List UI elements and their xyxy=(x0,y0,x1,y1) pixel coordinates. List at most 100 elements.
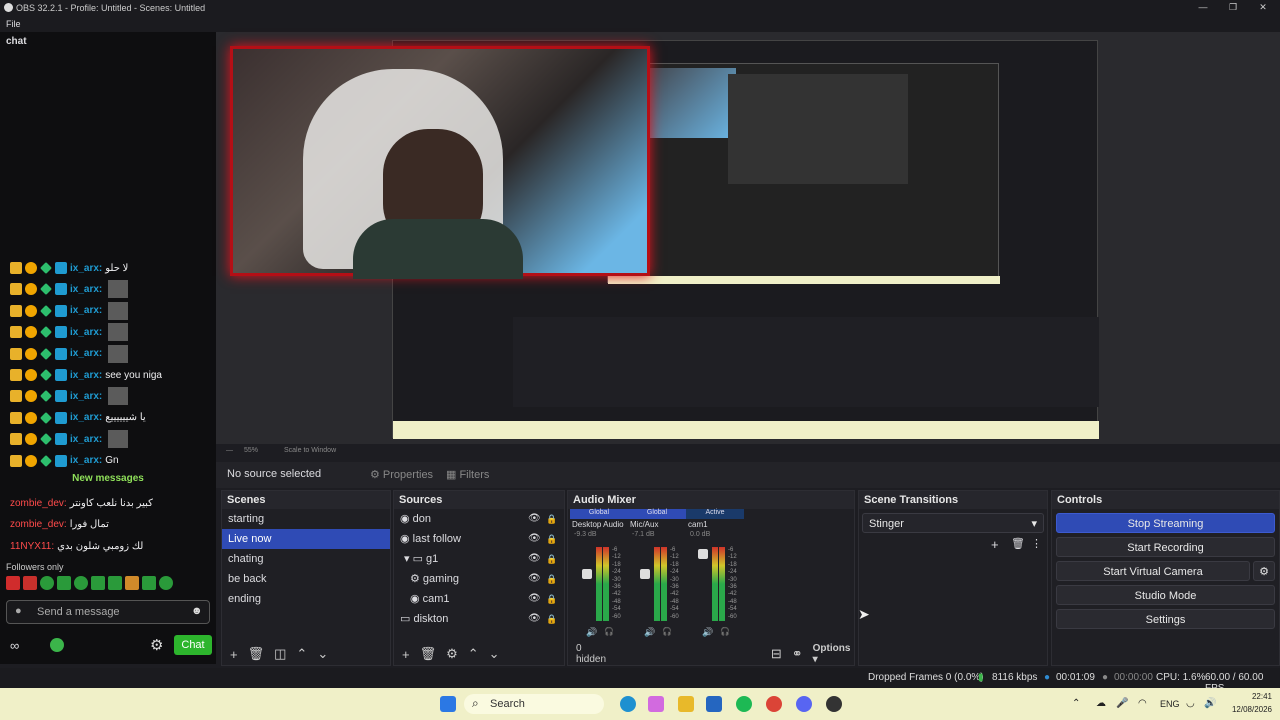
add-icon[interactable]: + xyxy=(402,647,410,662)
mute-icon[interactable]: 🔊 xyxy=(702,627,713,638)
chat-username[interactable]: ix_arx: xyxy=(70,391,102,402)
close-icon[interactable]: ✕ xyxy=(1256,2,1270,13)
chat-username[interactable]: ix_arx: xyxy=(70,434,102,445)
minus-zoom-icon[interactable]: — xyxy=(226,447,233,454)
chevron-up-icon[interactable]: ⌃ xyxy=(1072,698,1080,709)
mixer-link-icon[interactable]: ⚭ xyxy=(792,646,803,662)
chat-username[interactable]: ix_arx: xyxy=(70,348,102,359)
visibility-eye-icon[interactable]: 👁 xyxy=(528,569,541,589)
scale-mode[interactable]: Scale to Window xyxy=(284,447,336,454)
emote-icon[interactable] xyxy=(6,576,20,590)
add-icon[interactable]: + xyxy=(230,647,238,662)
clock-date[interactable]: 12/08/2026 xyxy=(1222,705,1272,714)
emote-icon[interactable] xyxy=(108,576,122,590)
chat-username[interactable]: ix_arx: xyxy=(70,455,102,466)
chat-username[interactable]: ix_arx: xyxy=(70,263,102,274)
monitor-icon[interactable]: 🎧 xyxy=(720,627,730,636)
properties-button[interactable]: ⚙ Properties xyxy=(370,468,433,481)
emoji-icon[interactable]: ☻ xyxy=(191,605,203,617)
channel-name[interactable]: Mic/Aux xyxy=(628,519,686,531)
lock-icon[interactable]: 🔒 xyxy=(546,609,557,629)
wifi-icon[interactable]: ◠ xyxy=(1138,698,1147,709)
gear-icon[interactable]: ⚙ xyxy=(446,646,458,662)
chat-username[interactable]: ix_arx: xyxy=(70,412,102,423)
lock-icon[interactable]: 🔒 xyxy=(546,529,557,549)
volume-fader[interactable] xyxy=(698,549,708,559)
visibility-eye-icon[interactable]: 👁 xyxy=(528,609,541,629)
down-arrow-icon[interactable]: ⌄ xyxy=(317,646,328,662)
program-preview[interactable] xyxy=(216,32,1280,444)
edge-icon[interactable] xyxy=(620,696,636,712)
more-icon[interactable]: ⋮ xyxy=(1031,537,1042,550)
chat-username[interactable]: ix_arx: xyxy=(70,370,102,381)
scene-item[interactable]: Live now xyxy=(222,529,390,549)
points-icon[interactable] xyxy=(50,638,64,652)
chat-username[interactable]: ix_arx: xyxy=(70,284,102,295)
visibility-eye-icon[interactable]: 👁 xyxy=(528,509,541,529)
emote-icon[interactable] xyxy=(125,576,139,590)
visibility-eye-icon[interactable]: 👁 xyxy=(528,529,541,549)
channel-name[interactable]: Desktop Audio xyxy=(570,519,628,531)
lock-icon[interactable]: 🔒 xyxy=(546,509,557,529)
settings-button[interactable]: Settings xyxy=(1056,609,1275,629)
volume-icon[interactable]: 🔊 xyxy=(1204,698,1216,709)
minimize-icon[interactable]: — xyxy=(1196,2,1210,12)
start-virtual-camera-button[interactable]: Start Virtual Camera xyxy=(1056,561,1250,581)
down-arrow-icon[interactable]: ⌄ xyxy=(489,646,500,662)
studio-mode-button[interactable]: Studio Mode xyxy=(1056,585,1275,605)
chat-username[interactable]: 11NYX11: xyxy=(10,541,54,552)
language-indicator[interactable]: ENG xyxy=(1160,699,1180,709)
volume-fader[interactable] xyxy=(582,569,592,579)
volume-fader[interactable] xyxy=(640,569,650,579)
chat-send-button[interactable]: Chat xyxy=(174,635,212,655)
visibility-eye-icon[interactable]: 👁 xyxy=(528,549,541,569)
emote-icon[interactable] xyxy=(23,576,37,590)
mute-icon[interactable]: 🔊 xyxy=(644,627,655,638)
filter-icon[interactable]: ◫ xyxy=(274,646,286,662)
mixer-layout-icon[interactable]: ⊟ xyxy=(771,646,782,662)
emote-icon[interactable] xyxy=(142,576,156,590)
store-icon[interactable] xyxy=(706,696,722,712)
trash-icon[interactable]: 🗑 xyxy=(420,646,437,662)
clock-time[interactable]: 22:41 xyxy=(1236,692,1272,701)
emote-icon[interactable] xyxy=(159,576,173,590)
scene-item[interactable]: be back xyxy=(222,569,390,589)
mixer-options-button[interactable]: Options ▾ xyxy=(813,643,854,665)
scene-item[interactable]: chating xyxy=(222,549,390,569)
source-item[interactable]: ◉ last follow 👁 🔒 xyxy=(394,529,564,549)
chat-settings-icon[interactable]: ⚙ xyxy=(150,636,163,654)
chat-username[interactable]: zombie_dev: xyxy=(10,519,67,530)
spotify-icon[interactable] xyxy=(736,696,752,712)
source-item[interactable]: ⚙ gaming 👁 🔒 xyxy=(394,569,564,589)
lock-icon[interactable]: 🔒 xyxy=(546,549,557,569)
add-icon[interactable]: + xyxy=(991,537,999,552)
lock-icon[interactable]: 🔒 xyxy=(546,589,557,609)
emote-icon[interactable] xyxy=(57,576,71,590)
chrome-icon[interactable] xyxy=(766,696,782,712)
trash-icon[interactable]: 🗑 xyxy=(248,646,265,662)
visibility-eye-icon[interactable]: 👁 xyxy=(528,589,541,609)
taskbar-search[interactable]: ⌕ Search xyxy=(464,694,604,714)
maximize-icon[interactable]: ❐ xyxy=(1226,2,1240,13)
copilot-icon[interactable] xyxy=(648,696,664,712)
scene-item[interactable]: starting xyxy=(222,509,390,529)
scene-item[interactable]: ending xyxy=(222,589,390,609)
file-explorer-icon[interactable] xyxy=(678,696,694,712)
stop-streaming-button[interactable]: Stop Streaming xyxy=(1056,513,1275,533)
source-item[interactable]: ◉ don 👁 🔒 xyxy=(394,509,564,529)
trash-icon[interactable]: 🗑 xyxy=(1011,537,1025,550)
send-message-input[interactable]: ● Send a message ☻ xyxy=(6,600,210,624)
lock-icon[interactable]: 🔒 xyxy=(546,569,557,589)
wifi-tray-icon[interactable]: ◡ xyxy=(1186,698,1195,709)
up-arrow-icon[interactable]: ⌃ xyxy=(296,646,307,662)
source-item[interactable]: ▭ diskton 👁 🔒 xyxy=(394,609,564,629)
start-recording-button[interactable]: Start Recording xyxy=(1056,537,1275,557)
chat-username[interactable]: ix_arx: xyxy=(70,327,102,338)
source-item[interactable]: ◉ cam1 👁 🔒 xyxy=(394,589,564,609)
microphone-icon[interactable]: 🎤 xyxy=(1116,698,1128,709)
channel-name[interactable]: cam1 xyxy=(686,519,744,531)
windows-start-icon[interactable] xyxy=(440,696,456,712)
discord-icon[interactable] xyxy=(796,696,812,712)
source-item[interactable]: ▾ ▭ g1 👁 🔒 xyxy=(394,549,564,569)
transition-select[interactable]: Stinger ▾ xyxy=(862,513,1044,533)
